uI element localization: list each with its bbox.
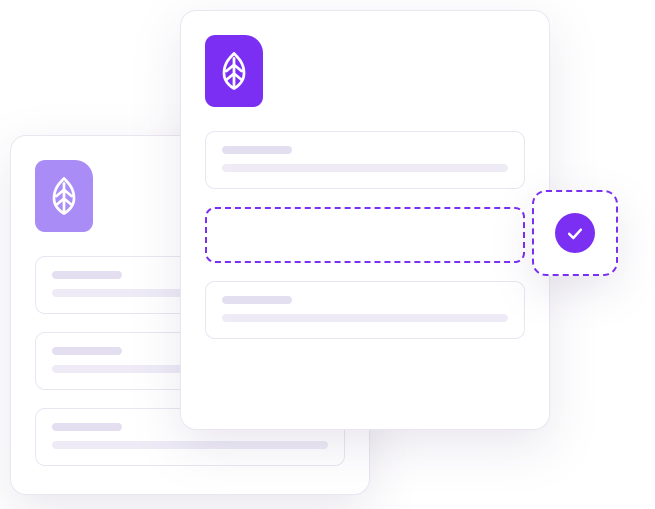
placeholder-line-long bbox=[52, 441, 328, 449]
drop-target-row[interactable] bbox=[205, 207, 525, 263]
document-card-front bbox=[180, 10, 550, 430]
placeholder-line-short bbox=[52, 347, 122, 355]
checkmark-circle bbox=[555, 213, 595, 253]
placeholder-line-long bbox=[222, 164, 508, 172]
placeholder-row bbox=[205, 281, 525, 339]
placeholder-line-short bbox=[222, 296, 292, 304]
checkmark-icon bbox=[565, 223, 585, 243]
placeholder-line-long bbox=[222, 314, 508, 322]
leaf-document-icon bbox=[35, 160, 93, 232]
verification-badge[interactable] bbox=[532, 190, 618, 276]
leaf-icon bbox=[219, 51, 249, 91]
leaf-icon bbox=[49, 176, 79, 216]
placeholder-line-short bbox=[52, 271, 122, 279]
placeholder-row bbox=[205, 131, 525, 189]
leaf-document-icon bbox=[205, 35, 263, 107]
placeholder-line-short bbox=[52, 423, 122, 431]
placeholder-line-short bbox=[222, 146, 292, 154]
